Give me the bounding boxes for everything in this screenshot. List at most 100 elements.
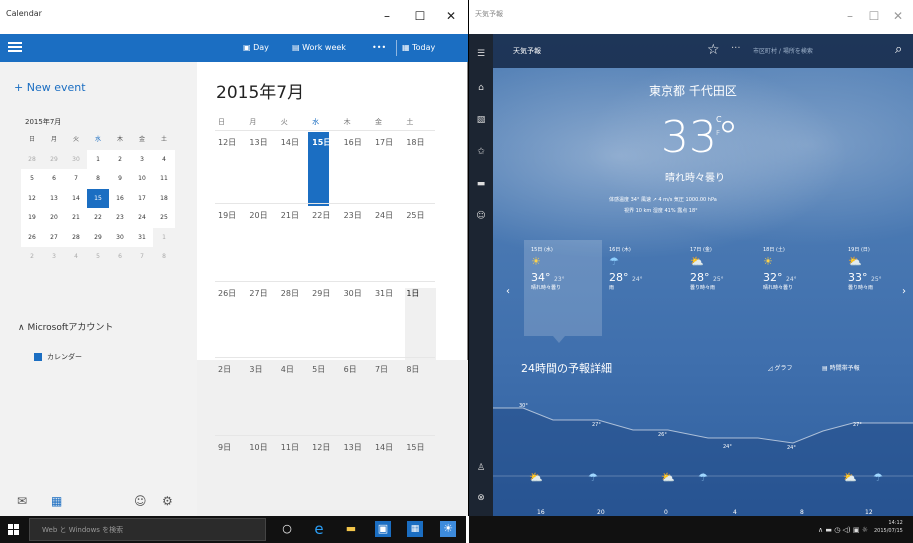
task-view-icon[interactable]: ○ [279,521,295,537]
day-cell[interactable]: 23日 [341,210,372,221]
calendar-taskbar-icon[interactable]: ▦ [407,521,423,537]
unit-fahrenheit[interactable]: F [716,129,720,137]
day-cell[interactable]: 25日 [403,210,434,221]
day-cell[interactable]: 14日 [372,442,403,453]
mini-calendar-day[interactable]: 24 [131,208,153,228]
day-cell[interactable]: 28日 [278,288,309,299]
mini-calendar-day[interactable]: 25 [153,208,175,228]
mini-calendar-day[interactable]: 13 [43,188,65,208]
map-icon[interactable]: ▧ [475,114,487,126]
weather-taskbar-icon[interactable]: ☀ [440,521,456,537]
mini-calendar-day[interactable]: 23 [109,208,131,228]
feedback-icon[interactable]: ☺ [134,494,147,508]
day-cell[interactable]: 16日 [341,137,372,148]
mini-calendar-day[interactable]: 28 [65,227,87,247]
close-button[interactable]: ✕ [436,5,466,27]
day-cell[interactable]: 15日 [403,442,434,453]
mini-calendar-day[interactable]: 3 [131,149,153,169]
day-cell[interactable]: 13日 [341,442,372,453]
windows-start-icon[interactable] [8,524,19,535]
mini-calendar-day[interactable]: 10 [131,169,153,189]
mini-calendar-day[interactable]: 11 [153,169,175,189]
mini-calendar-day[interactable]: 6 [109,247,131,267]
mini-calendar-day[interactable]: 14 [65,188,87,208]
day-cell[interactable]: 14日 [278,137,309,148]
day-cell[interactable]: 31日 [372,288,403,299]
day-forecast[interactable]: 19日 (日) ⛅ 33° 25° 曇り時々雨 [848,246,913,291]
mini-calendar-day[interactable]: 17 [131,188,153,208]
edge-browser-icon[interactable]: e [311,521,327,537]
day-forecast[interactable]: 16日 (木) ☂ 28° 24° 雨 [609,246,679,291]
calendar-icon[interactable]: ▦ [51,494,62,508]
hamburger-menu-icon[interactable] [8,42,22,44]
mini-calendar-day[interactable]: 7 [131,247,153,267]
day-forecast[interactable]: 17日 (金) ⛅ 28° 25° 曇り時々雨 [690,246,760,291]
day-cell[interactable]: 2日 [215,364,246,375]
day-cell[interactable]: 11日 [278,442,309,453]
day-cell[interactable]: 1日 [403,288,434,299]
day-cell[interactable]: 3日 [246,364,277,375]
mini-calendar-title[interactable]: 2015年7月 [25,117,61,127]
mini-calendar-day[interactable]: 30 [65,150,87,170]
day-cell[interactable]: 21日 [278,210,309,221]
day-cell[interactable]: 24日 [372,210,403,221]
favorite-star-icon[interactable]: ☆ [707,42,720,58]
work-week-button[interactable]: ▤ Work week [292,40,346,56]
day-forecast[interactable]: 15日 (水) ☀ 34° 23° 晴れ時々曇り [531,246,601,291]
mini-calendar-day[interactable]: 4 [153,149,175,169]
mini-calendar-day[interactable]: 22 [87,208,109,228]
day-cell[interactable]: 13日 [246,137,277,148]
favorites-icon[interactable]: ✩ [475,146,487,158]
day-cell[interactable]: 9日 [215,442,246,453]
file-explorer-icon[interactable]: ▬ [343,521,359,537]
day-cell[interactable]: 22日 [309,210,340,221]
home-icon[interactable]: ⌂ [475,82,487,94]
day-cell[interactable]: 29日 [309,288,340,299]
mini-calendar-day[interactable]: 8 [87,169,109,189]
day-cell[interactable]: 15日 [309,137,340,148]
today-button[interactable]: ▦ Today [396,40,435,56]
more-button[interactable]: ••• [372,40,386,56]
mini-calendar-day[interactable]: 6 [43,169,65,189]
mini-calendar-day[interactable]: 26 [21,227,43,247]
minimize-button[interactable]: – [372,5,402,27]
mini-calendar-day[interactable]: 30 [109,227,131,247]
mini-calendar-day[interactable]: 8 [153,247,175,267]
store-icon[interactable]: ▣ [375,521,391,537]
day-cell[interactable]: 8日 [403,364,434,375]
day-cell[interactable]: 30日 [341,288,372,299]
day-cell[interactable]: 17日 [372,137,403,148]
graph-view-button[interactable]: ◿ グラフ [768,363,793,372]
mini-calendar-day[interactable]: 15 [87,188,109,208]
news-icon[interactable]: ▬ [475,178,487,190]
mini-calendar-day[interactable]: 5 [87,247,109,267]
mini-calendar-day[interactable]: 16 [109,188,131,208]
maximize-button[interactable]: ☐ [405,5,435,27]
smile-icon[interactable]: ☺ [475,210,487,222]
day-cell[interactable]: 19日 [215,210,246,221]
system-tray-icons[interactable]: ∧ ▬ ◷ ◁) ▣ ☼ [818,526,868,534]
day-cell[interactable]: 12日 [309,442,340,453]
day-cell[interactable]: 5日 [309,364,340,375]
calendar-item[interactable]: カレンダー [34,352,82,362]
day-cell[interactable]: 18日 [403,137,434,148]
mini-calendar-day[interactable]: 7 [65,169,87,189]
hourly-view-button[interactable]: ▤ 時間帯予報 [822,363,860,372]
mini-calendar-day[interactable]: 19 [21,208,43,228]
unit-celsius[interactable]: C [716,115,722,124]
day-cell[interactable]: 27日 [246,288,277,299]
mini-calendar-day[interactable]: 4 [65,247,87,267]
location-search-input[interactable]: 市区町村 / 場所を検索 [753,46,813,55]
mini-calendar-day[interactable]: 9 [109,169,131,189]
mini-calendar-day[interactable]: 5 [21,169,43,189]
mini-calendar-day[interactable]: 18 [153,188,175,208]
mini-calendar-day[interactable]: 2 [21,247,43,267]
settings-gear-icon[interactable]: ⚙ [162,494,173,508]
day-cell[interactable]: 4日 [278,364,309,375]
mini-calendar-day[interactable]: 20 [43,208,65,228]
mini-calendar-day[interactable]: 1 [87,149,109,169]
settings-icon[interactable]: ⊗ [475,492,487,504]
chevron-left-icon[interactable]: ‹ [506,286,510,297]
taskbar-clock[interactable]: 14:12 2015/07/15 [874,519,903,535]
mini-calendar-day[interactable]: 28 [21,150,43,170]
